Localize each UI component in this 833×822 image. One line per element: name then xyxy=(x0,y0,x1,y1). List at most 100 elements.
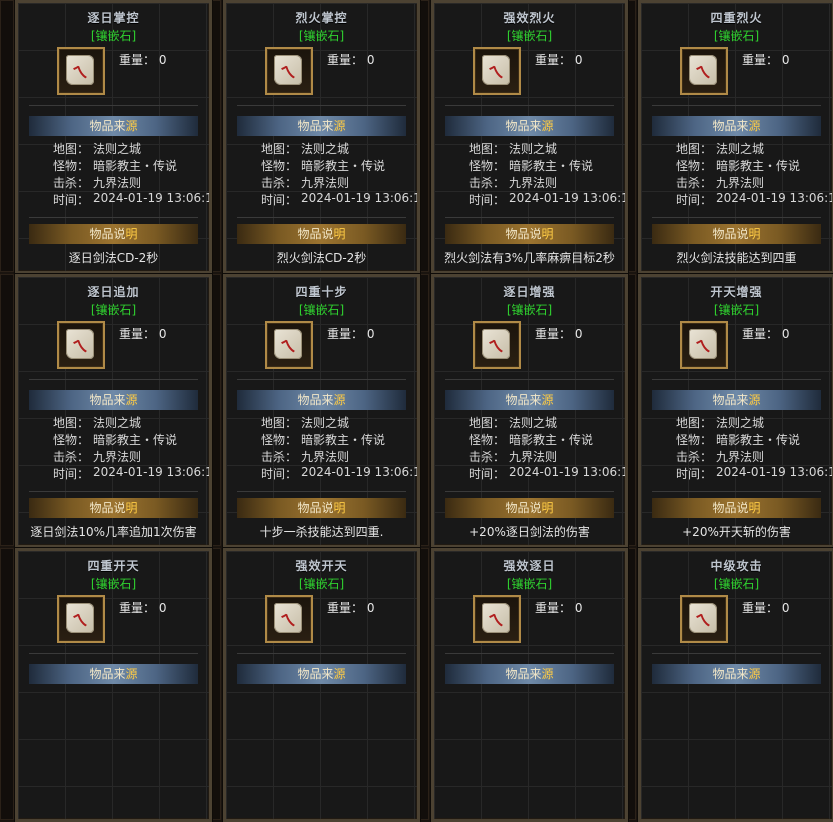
time-value: 2024-01-19 13:06:18 xyxy=(716,191,833,205)
item-description: 烈火剑法CD-2秒 xyxy=(276,251,367,265)
rune-stone-icon[interactable] xyxy=(473,321,521,369)
item-desc-title: 物品说 xyxy=(712,227,749,241)
rune-stone-icon[interactable] xyxy=(473,595,521,643)
rune-glyph-icon xyxy=(66,329,94,359)
map-value: 法则之城 xyxy=(716,142,765,156)
item-description: 烈火剑法技能达到四重 xyxy=(676,251,797,265)
item-source-header: 物品来源 xyxy=(29,390,198,410)
map-value: 法则之城 xyxy=(301,142,350,156)
item-weight: 重量： 0 xyxy=(327,601,375,615)
item-source-title: 物品来 xyxy=(712,667,749,681)
divider xyxy=(237,379,406,380)
item-desc-title-highlight: 明 xyxy=(125,227,138,241)
item-type-tag: [镶嵌石] xyxy=(713,29,760,43)
item-source-title-highlight: 源 xyxy=(333,393,346,407)
item-weight: 重量： 0 xyxy=(535,327,583,341)
rune-stone-icon[interactable] xyxy=(680,595,728,643)
monster-label: 怪物： xyxy=(675,433,712,447)
divider xyxy=(445,379,614,380)
item-description: +20%逐日剑法的伤害 xyxy=(469,525,590,539)
kill-value: 九界法则 xyxy=(93,176,142,190)
item-desc-title-highlight: 明 xyxy=(333,501,346,515)
rune-stone-icon[interactable] xyxy=(265,321,313,369)
item-source-header: 物品来源 xyxy=(445,664,614,684)
item-name: 烈火掌控 xyxy=(295,11,348,25)
rune-glyph-icon xyxy=(689,55,717,85)
item-tooltip-card: 强效逐日 [镶嵌石] 重量： 0 物品来源 xyxy=(431,548,628,822)
divider xyxy=(29,105,198,106)
item-source-info: 地图： 法则之城 怪物： 暗影教主・传说 击杀： 九界法则 时间： 2024-01-19… xyxy=(226,140,417,208)
monster-value: 暗影教主・传说 xyxy=(509,433,594,447)
item-desc-title: 物品说 xyxy=(505,501,542,515)
item-desc-title-highlight: 明 xyxy=(748,227,761,241)
rune-glyph-icon xyxy=(482,603,510,633)
map-value: 法则之城 xyxy=(301,416,350,430)
item-weight: 重量： 0 xyxy=(742,601,790,615)
time-label: 时间： xyxy=(260,467,297,481)
kill-label: 击杀： xyxy=(675,176,712,190)
item-source-title: 物品来 xyxy=(297,119,334,133)
monster-row: 怪物： 暗影教主・传说 xyxy=(226,431,417,448)
monster-value: 暗影教主・传说 xyxy=(93,159,178,173)
monster-label: 怪物： xyxy=(260,159,297,173)
item-source-title-highlight: 源 xyxy=(125,119,138,133)
item-source-title-highlight: 源 xyxy=(333,119,346,133)
item-tooltip-card: 强效烈火 [镶嵌石] 重量： 0 物品来源 地图： 法则之城 怪物： 暗影教主・传说… xyxy=(431,0,628,274)
map-row: 地图： 法则之城 xyxy=(641,414,832,431)
map-value: 法则之城 xyxy=(716,416,765,430)
item-description: 烈火剑法有3%几率麻痹目标2秒 xyxy=(444,251,615,265)
item-source-info: 地图： 法则之城 怪物： 暗影教主・传说 击杀： 九界法则 时间： 2024-01-19… xyxy=(226,414,417,482)
time-label: 时间： xyxy=(260,193,297,207)
inventory-slot xyxy=(0,548,14,820)
divider xyxy=(445,491,614,492)
map-label: 地图： xyxy=(260,142,297,156)
rune-glyph-icon xyxy=(66,55,94,85)
divider xyxy=(237,105,406,106)
item-weight: 重量： 0 xyxy=(119,53,167,67)
item-description: 十步一杀技能达到四重. xyxy=(259,525,384,539)
rune-stone-icon[interactable] xyxy=(680,47,728,95)
rune-stone-icon[interactable] xyxy=(473,47,521,95)
rune-stone-icon[interactable] xyxy=(57,47,105,95)
item-source-title: 物品来 xyxy=(297,393,334,407)
kill-value: 九界法则 xyxy=(301,176,350,190)
time-value: 2024-01-19 13:06:18 xyxy=(509,465,628,479)
time-label: 时间： xyxy=(468,193,505,207)
divider xyxy=(445,105,614,106)
rune-stone-icon[interactable] xyxy=(57,595,105,643)
item-desc-title-highlight: 明 xyxy=(541,501,554,515)
item-type-tag: [镶嵌石] xyxy=(506,577,553,591)
item-source-info: 地图： 法则之城 怪物： 暗影教主・传说 击杀： 九界法则 时间： 2024-01-19… xyxy=(434,140,625,208)
rune-stone-icon[interactable] xyxy=(680,321,728,369)
time-label: 时间： xyxy=(675,193,712,207)
kill-value: 九界法则 xyxy=(509,176,558,190)
monster-value: 暗影教主・传说 xyxy=(301,159,386,173)
divider xyxy=(29,217,198,218)
monster-label: 怪物： xyxy=(675,159,712,173)
item-source-header: 物品来源 xyxy=(29,664,198,684)
item-name: 四重开天 xyxy=(87,559,140,573)
item-desc-header: 物品说明 xyxy=(237,224,406,244)
item-source-header: 物品来源 xyxy=(652,116,821,136)
rune-stone-icon[interactable] xyxy=(57,321,105,369)
item-source-title: 物品来 xyxy=(505,667,542,681)
rune-stone-icon[interactable] xyxy=(265,595,313,643)
kill-row: 击杀： 九界法则 xyxy=(641,448,832,465)
rune-stone-icon[interactable] xyxy=(265,47,313,95)
item-source-header: 物品来源 xyxy=(652,390,821,410)
map-row: 地图： 法则之城 xyxy=(641,140,832,157)
map-label: 地图： xyxy=(468,142,505,156)
item-desc-title: 物品说 xyxy=(505,227,542,241)
kill-value: 九界法则 xyxy=(716,176,765,190)
item-source-header: 物品来源 xyxy=(445,390,614,410)
item-desc-title-highlight: 明 xyxy=(541,227,554,241)
divider xyxy=(29,653,198,654)
item-desc-title-highlight: 明 xyxy=(748,501,761,515)
item-name: 四重十步 xyxy=(295,285,348,299)
item-desc-title: 物品说 xyxy=(297,227,334,241)
item-name: 逐日掌控 xyxy=(87,11,140,25)
kill-label: 击杀： xyxy=(675,450,712,464)
item-desc-header: 物品说明 xyxy=(652,224,821,244)
time-row: 时间： 2024-01-19 13:06:18 xyxy=(434,465,625,482)
time-value: 2024-01-19 13:06:18 xyxy=(301,465,420,479)
